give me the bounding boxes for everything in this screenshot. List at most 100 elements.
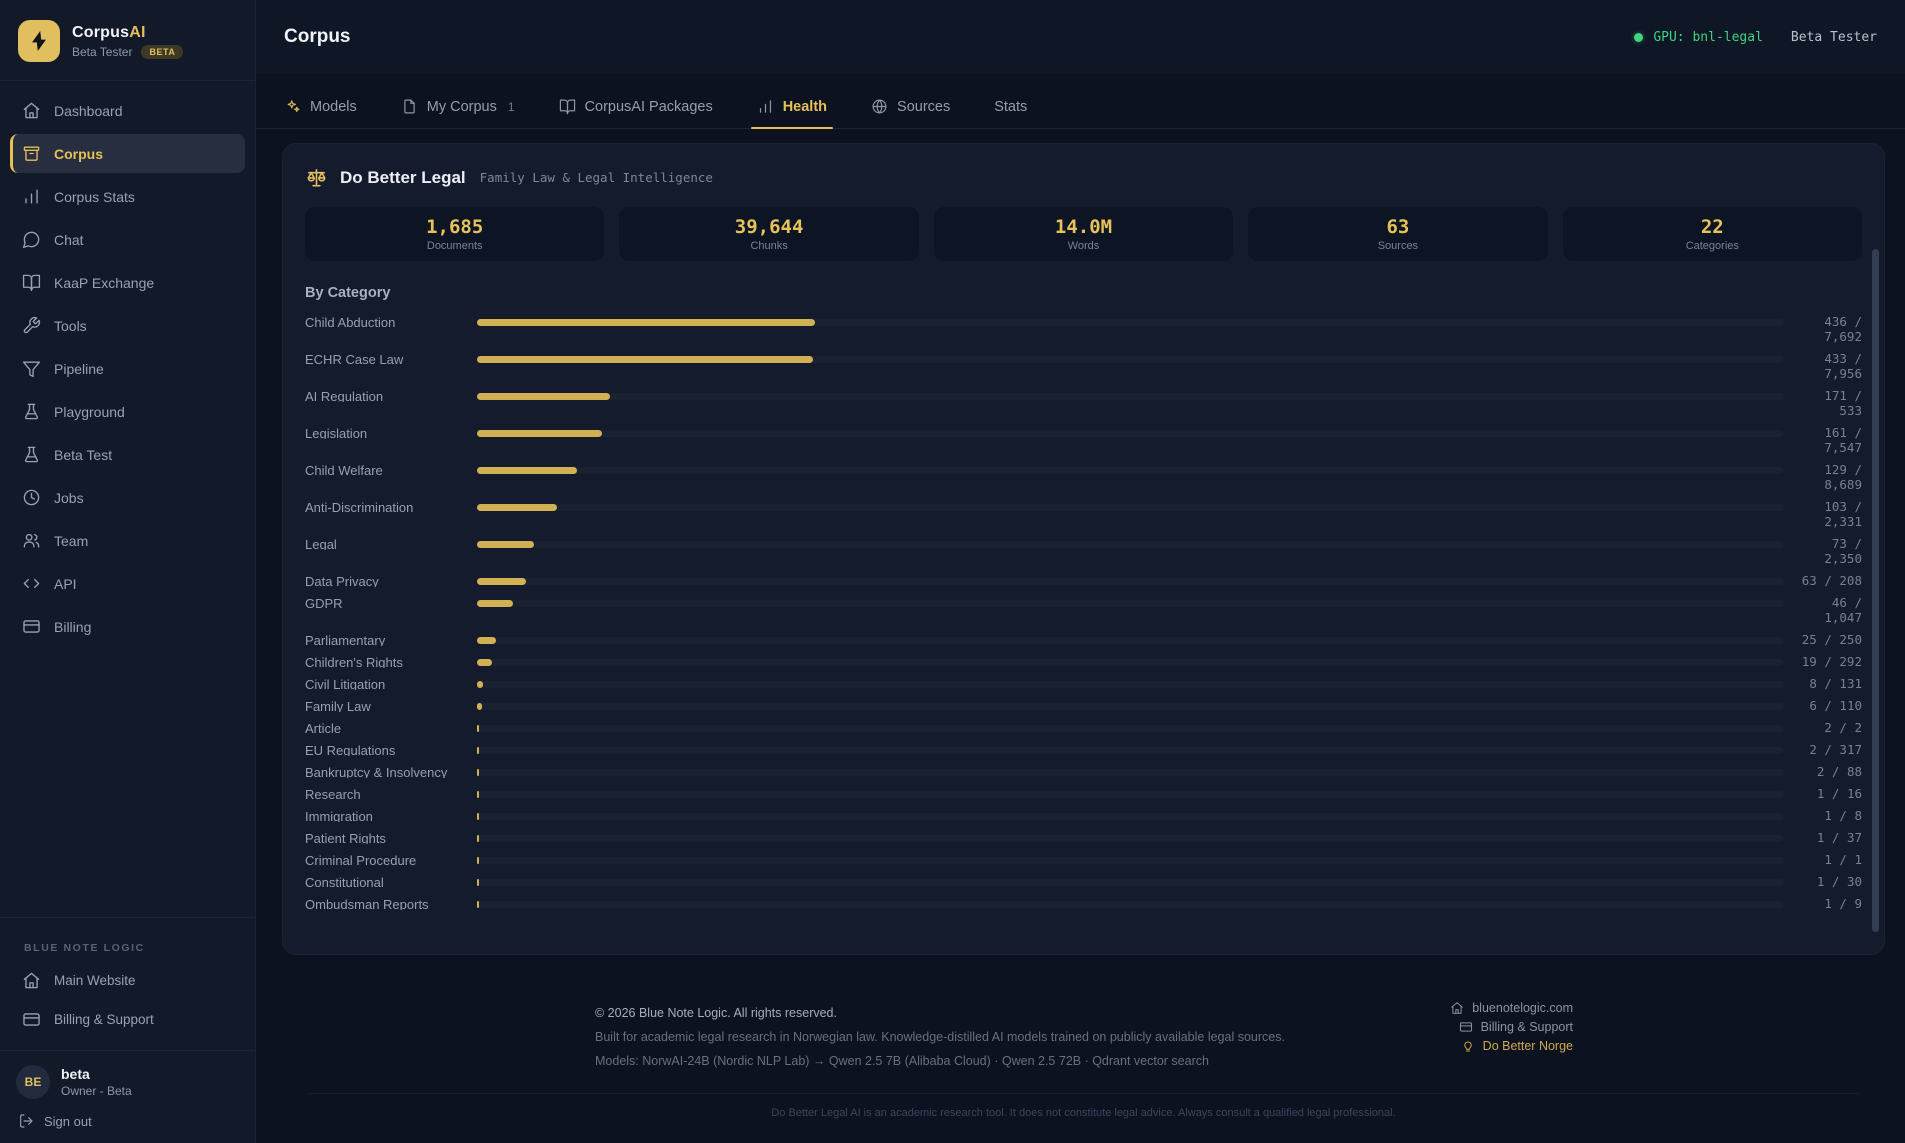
tab-models[interactable]: Models (284, 98, 357, 128)
category-row: GDPR46 / 1,047 (305, 596, 1862, 625)
bolt-icon (27, 29, 51, 53)
category-row: AI Regulation171 / 533 (305, 389, 1862, 418)
category-row: Bankruptcy & Insolvency2 / 88 (305, 765, 1862, 779)
sidebar-item-label: Playground (54, 404, 125, 420)
category-bar-fill (477, 703, 482, 710)
category-bar-fill (477, 504, 557, 511)
app-name: CorpusAI (72, 24, 183, 42)
org-link-label: Billing & Support (54, 1012, 154, 1027)
category-label: Child Abduction (305, 315, 463, 328)
sign-out-button[interactable]: Sign out (0, 1103, 255, 1143)
category-bar-fill (477, 541, 534, 548)
footer-link-label: bluenotelogic.com (1472, 1001, 1573, 1015)
user-name: beta (61, 1067, 132, 1082)
category-value: 25 / 250 (1798, 632, 1862, 647)
org-link-billing-support[interactable]: Billing & Support (10, 1001, 245, 1038)
category-row: Patient Rights1 / 37 (305, 831, 1862, 845)
category-bar-fill (477, 578, 526, 585)
category-bar-fill (477, 791, 479, 798)
sidebar-item-api[interactable]: API (10, 564, 245, 603)
category-row: Civil Litigation8 / 131 (305, 677, 1862, 691)
category-value: 46 / 1,047 (1798, 595, 1862, 625)
stat-label: Chunks (750, 240, 787, 252)
stat-value: 63 (1386, 216, 1409, 238)
category-value: 19 / 292 (1798, 654, 1862, 669)
tab-label: CorpusAI Packages (585, 99, 713, 115)
category-row: ECHR Case Law 433 / 7,956 (305, 352, 1862, 381)
user-block[interactable]: BE beta Owner - Beta (0, 1050, 255, 1103)
org-link-main-website[interactable]: Main Website (10, 962, 245, 999)
footer-models: Models: NorwAI-24B (Nordic NLP Lab) → Qw… (595, 1049, 1285, 1073)
sidebar-item-corpus-stats[interactable]: Corpus Stats (10, 177, 245, 216)
sidebar-item-dashboard[interactable]: Dashboard (10, 91, 245, 130)
sidebar-item-beta-test[interactable]: Beta Test (10, 435, 245, 474)
sidebar-item-kaap-exchange[interactable]: KaaP Exchange (10, 263, 245, 302)
category-label: Ombudsman Reports (305, 897, 463, 910)
footer-copyright: © 2026 Blue Note Logic. All rights reser… (595, 1001, 1285, 1025)
brand-subtitle: Beta Tester (72, 45, 132, 59)
sidebar-nav: Dashboard Corpus Corpus Stats Chat KaaP Exch… (0, 91, 255, 646)
tab-stats[interactable]: Stats (994, 99, 1027, 128)
sidebar-item-playground[interactable]: Playground (10, 392, 245, 431)
sidebar-item-team[interactable]: Team (10, 521, 245, 560)
category-bar-fill (477, 600, 513, 607)
category-bar-track (477, 578, 1784, 585)
corpus-subtitle: Family Law & Legal Intelligence (480, 170, 713, 185)
sidebar-item-label: Dashboard (54, 103, 123, 119)
chart-title: By Category (305, 285, 1862, 301)
tab-corpusai-packages[interactable]: CorpusAI Packages (559, 98, 713, 128)
top-bar: Corpus GPU: bnl-legal Beta Tester (256, 0, 1905, 74)
stat-label: Sources (1378, 240, 1418, 252)
funnel-icon (22, 359, 41, 378)
tab-sources[interactable]: Sources (871, 98, 950, 128)
category-label: AI Regulation (305, 389, 463, 402)
category-bar-track (477, 835, 1784, 842)
sidebar-item-label: Tools (54, 318, 87, 334)
stats-row: 1,685Documents39,644Chunks14.0MWords63So… (305, 207, 1862, 261)
category-value: 436 / 7,692 (1798, 315, 1862, 344)
page-title: Corpus (284, 26, 351, 48)
org-link-label: Main Website (54, 973, 136, 988)
stat-card-words: 14.0MWords (934, 207, 1233, 261)
avatar: BE (16, 1065, 50, 1099)
category-value: 129 / 8,689 (1798, 462, 1862, 492)
footer-link-bluenotelogic-com[interactable]: bluenotelogic.com (1450, 1001, 1573, 1015)
tab-label: Health (783, 99, 827, 115)
tab-my-corpus[interactable]: My Corpus1 (401, 98, 515, 128)
sidebar-item-label: Team (54, 533, 88, 549)
category-row: Child Welfare129 / 8,689 (305, 463, 1862, 492)
category-value: 103 / 2,331 (1798, 499, 1862, 529)
footer-link-billing-support[interactable]: Billing & Support (1459, 1020, 1573, 1034)
gpu-status-dot (1634, 33, 1643, 42)
category-bar-track (477, 901, 1784, 908)
category-label: ECHR Case Law (305, 352, 463, 365)
code-icon (22, 574, 41, 593)
book-icon (559, 98, 576, 115)
sidebar-item-corpus[interactable]: Corpus (10, 134, 245, 173)
category-bar-track (477, 393, 1784, 400)
category-row: Legal73 / 2,350 (305, 537, 1862, 566)
category-bar-fill (477, 725, 479, 732)
category-value: 433 / 7,956 (1798, 351, 1862, 381)
corpus-header: Do Better Legal Family Law & Legal Intel… (305, 166, 1862, 189)
category-bar-fill (477, 901, 479, 908)
category-bar-fill (477, 393, 610, 400)
sidebar-item-pipeline[interactable]: Pipeline (10, 349, 245, 388)
category-bar-fill (477, 747, 479, 754)
scrollbar[interactable] (1872, 249, 1879, 932)
category-bar-fill (477, 769, 479, 776)
category-label: Legislation (305, 426, 463, 439)
sidebar-item-jobs[interactable]: Jobs (10, 478, 245, 517)
footer-link-do-better-norge[interactable]: Do Better Norge (1461, 1039, 1573, 1053)
category-bar-track (477, 791, 1784, 798)
tab-label: Models (310, 99, 357, 115)
sidebar-item-billing[interactable]: Billing (10, 607, 245, 646)
sidebar-item-tools[interactable]: Tools (10, 306, 245, 345)
category-label: Bankruptcy & Insolvency (305, 765, 463, 778)
category-value: 161 / 7,547 (1798, 425, 1862, 455)
category-label: EU Regulations (305, 743, 463, 756)
category-bar-fill (477, 857, 479, 864)
tab-health[interactable]: Health (757, 98, 827, 128)
beta-badge: BETA (141, 45, 183, 59)
sidebar-item-chat[interactable]: Chat (10, 220, 245, 259)
